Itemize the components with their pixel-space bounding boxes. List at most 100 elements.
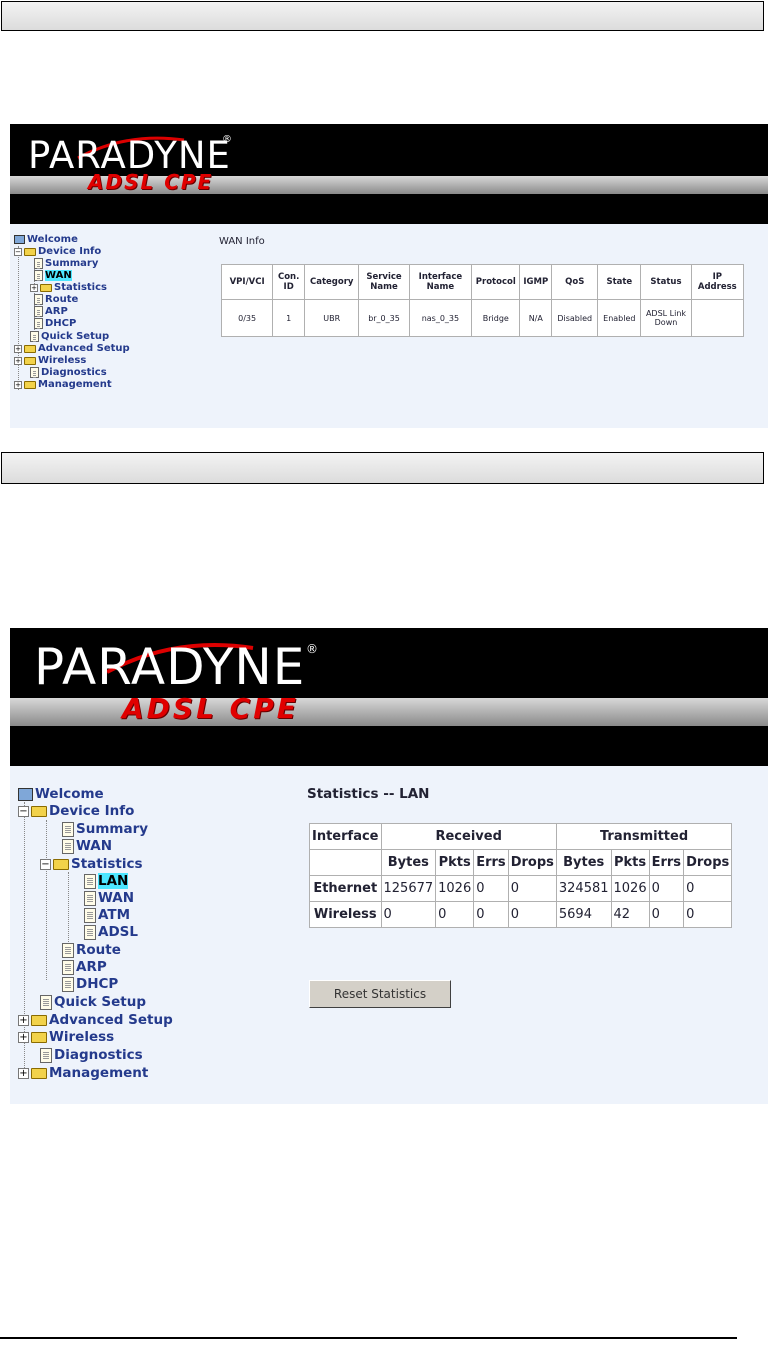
expand-icon[interactable]: + <box>30 283 38 292</box>
header-cell: Interface Name <box>408 264 473 300</box>
header-cell: QoS <box>551 264 599 300</box>
header-cell: Interface <box>309 823 382 850</box>
reset-statistics-button[interactable]: Reset Statistics <box>309 980 451 1008</box>
registered-mark: ® <box>222 134 232 145</box>
tree-item-arp[interactable]: ARP <box>34 306 68 317</box>
statistics-table: Interface Received Transmitted Bytes Pkt… <box>309 823 733 928</box>
table-cell: N/A <box>519 299 553 337</box>
header-cell: Drops <box>507 849 557 876</box>
tree-item-welcome[interactable]: Welcome <box>18 786 104 802</box>
expand-icon[interactable]: + <box>14 356 22 365</box>
header-cell <box>309 849 382 876</box>
tree-item-advanced-setup[interactable]: + Advanced Setup <box>14 343 130 354</box>
table-cell: UBR <box>304 299 360 337</box>
tree-item-arp[interactable]: ARP <box>62 959 107 975</box>
table-cell: 0 <box>507 901 557 928</box>
folder-icon <box>31 1067 47 1079</box>
table-cell: 125677 <box>380 875 437 902</box>
tree-item-lan[interactable]: LAN <box>84 873 129 889</box>
collapse-icon[interactable]: − <box>18 805 29 817</box>
tree-item-management[interactable]: + Management <box>14 379 112 390</box>
header-cell: IGMP <box>519 264 553 300</box>
statistics-lan-screenshot: PARADYNE ® ADSL CPE Welcome − Device Info… <box>10 628 768 1104</box>
page-icon <box>84 890 96 906</box>
table-cell: br_0_35 <box>358 299 410 337</box>
registered-mark: ® <box>306 642 318 656</box>
page-title: WAN Info <box>219 236 265 247</box>
folder-icon <box>24 356 36 365</box>
tree-item-device-info[interactable]: − Device Info <box>18 803 134 819</box>
header-cell: VPI/VCI <box>220 264 274 300</box>
folder-icon <box>40 283 52 292</box>
tree-item-diagnostics[interactable]: Diagnostics <box>30 367 107 378</box>
product-name: ADSL CPE <box>122 692 299 725</box>
header-cell: Pkts <box>435 849 475 876</box>
tree-item-quick-setup[interactable]: Quick Setup <box>30 331 109 342</box>
tree-item-welcome[interactable]: Welcome <box>14 234 78 245</box>
tree-item-management[interactable]: + Management <box>18 1065 148 1081</box>
table-cell: 324581 <box>555 875 612 902</box>
tree-item-adsl[interactable]: ADSL <box>84 924 138 940</box>
tree-item-summary[interactable]: Summary <box>34 258 98 269</box>
table-cell: 1026 <box>435 875 475 902</box>
table-cell: Disabled <box>551 299 599 337</box>
page-icon <box>62 976 74 992</box>
tree-item-wan[interactable]: WAN <box>62 838 112 854</box>
table-group-header-row: Interface Received Transmitted <box>309 823 733 850</box>
expand-icon[interactable]: + <box>14 380 22 389</box>
brand-logo: PARADYNE <box>34 638 306 696</box>
page-icon <box>34 306 43 317</box>
tree-item-stats-wan[interactable]: WAN <box>84 890 134 906</box>
tree-item-route[interactable]: Route <box>34 294 78 305</box>
tree-item-device-info[interactable]: − Device Info <box>14 246 101 257</box>
table-cell: 0 <box>683 875 733 902</box>
tree-item-summary[interactable]: Summary <box>62 821 148 837</box>
header-cell: Drops <box>683 849 733 876</box>
folder-icon <box>31 1014 47 1026</box>
tree-item-wireless[interactable]: + Wireless <box>14 355 86 366</box>
header-cell: Errs <box>648 849 685 876</box>
page-icon <box>34 270 43 281</box>
header-cell: Con. ID <box>272 264 306 300</box>
product-name-overlay: ADSL CPE <box>88 170 214 194</box>
table-cell: Enabled <box>597 299 642 337</box>
table-cell: 1 <box>272 299 306 337</box>
expand-icon[interactable]: + <box>18 1014 29 1026</box>
tree-item-dhcp[interactable]: DHCP <box>34 318 76 329</box>
folder-open-icon <box>24 247 36 256</box>
page-title: Statistics -- LAN <box>307 786 430 802</box>
page-icon <box>84 924 96 940</box>
expand-icon[interactable]: + <box>18 1031 29 1043</box>
page-icon <box>84 907 96 923</box>
tree-item-dhcp[interactable]: DHCP <box>62 976 118 992</box>
tree-item-quick-setup[interactable]: Quick Setup <box>40 994 146 1010</box>
wan-info-screenshot: PARADYNE ® ADSL CPE ADSL CPE Welcome −De… <box>10 124 768 428</box>
folder-icon <box>24 344 36 353</box>
expand-icon[interactable]: + <box>18 1067 29 1079</box>
header-cell: Transmitted <box>555 823 733 850</box>
page-icon <box>40 994 52 1010</box>
footer-rule <box>0 1337 737 1339</box>
page-icon <box>62 821 74 837</box>
tree-item-advanced-setup[interactable]: + Advanced Setup <box>18 1012 173 1028</box>
tree-item-route[interactable]: Route <box>62 942 121 958</box>
row-header-cell: Ethernet <box>309 875 382 902</box>
page-icon <box>40 1047 52 1063</box>
tree-item-statistics[interactable]: − Statistics <box>40 856 143 872</box>
header-cell: Protocol <box>471 264 521 300</box>
page-icon <box>30 367 39 378</box>
tree-item-wan[interactable]: WAN <box>34 270 72 281</box>
table-cell: 5694 <box>555 901 612 928</box>
table-header-row: VPI/VCI Con. ID Category Service Name In… <box>220 264 745 300</box>
collapse-icon[interactable]: − <box>14 247 22 256</box>
caption-bar-middle <box>1 452 764 484</box>
tree-item-atm[interactable]: ATM <box>84 907 130 923</box>
tree-item-statistics[interactable]: + Statistics <box>30 282 107 293</box>
table-cell <box>690 299 745 337</box>
expand-icon[interactable]: + <box>14 344 22 353</box>
tree-item-wireless[interactable]: + Wireless <box>18 1029 114 1045</box>
collapse-icon[interactable]: − <box>40 858 51 870</box>
header-cell: Pkts <box>610 849 650 876</box>
computer-icon <box>14 235 25 244</box>
tree-item-diagnostics[interactable]: Diagnostics <box>40 1047 143 1063</box>
